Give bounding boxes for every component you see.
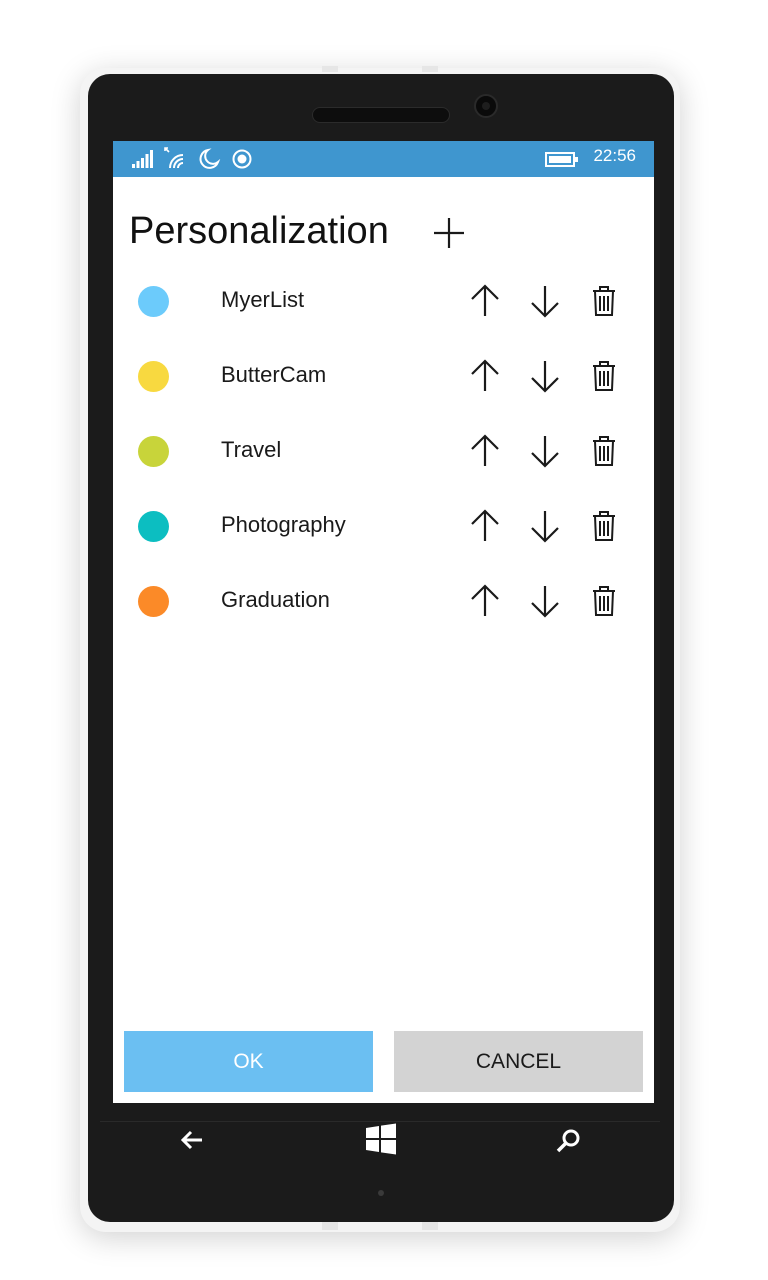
add-button[interactable] [429,213,469,253]
ok-button[interactable]: OK [124,1031,373,1092]
trash-icon [593,586,615,616]
arrow-down-icon [531,286,559,318]
list-item-label: Photography [221,512,346,537]
signal-icon [132,150,153,168]
plus-icon [434,218,464,248]
trash-button[interactable] [584,506,624,546]
cancel-button[interactable]: CANCEL [394,1031,643,1092]
trash-button[interactable] [584,431,624,471]
list-item[interactable]: Graduation [113,581,654,656]
trash-icon [593,286,615,316]
list-item-label: Travel [221,437,282,462]
color-swatch [138,586,169,617]
status-time: 22:56 [593,146,636,165]
phone-mockup: 22:56 Personalization MyerList ButterCam T… [0,0,768,1280]
bottom-button [322,1222,338,1230]
top-button [322,66,338,72]
list-item[interactable]: Travel [113,431,654,506]
trash-icon [593,361,615,391]
list-item-label: Graduation [221,587,330,612]
location-icon [232,149,252,169]
arrow-up-button[interactable] [465,431,505,471]
wifi-icon [164,147,184,169]
trash-button[interactable] [584,581,624,621]
microphone [378,1190,384,1196]
color-swatch [138,286,169,317]
status-bar: 22:56 [113,141,654,177]
quiet-hours-icon [199,148,221,169]
list-item[interactable]: ButterCam [113,356,654,431]
search-icon[interactable] [553,1126,583,1156]
windows-start-icon[interactable] [364,1122,398,1156]
list-item[interactable]: Photography [113,506,654,581]
arrow-down-button[interactable] [525,506,565,546]
color-swatch [138,361,169,392]
trash-icon [593,436,615,466]
page-title: Personalization [129,210,389,252]
earpiece [312,107,450,123]
list-item-label: MyerList [221,287,305,312]
trash-button[interactable] [584,356,624,396]
arrow-down-button[interactable] [525,281,565,321]
arrow-up-button[interactable] [465,356,505,396]
trash-button[interactable] [584,281,624,321]
arrow-up-icon [471,359,499,391]
arrow-up-icon [471,584,499,616]
top-button [422,66,438,72]
color-swatch [138,511,169,542]
arrow-up-icon [471,509,499,541]
trash-icon [593,511,615,541]
arrow-up-button[interactable] [465,506,505,546]
battery-icon [545,152,578,167]
front-camera [474,94,498,118]
arrow-up-button[interactable] [465,281,505,321]
color-swatch [138,436,169,467]
app-screen: 22:56 Personalization MyerList ButterCam T… [113,141,654,1103]
list-item[interactable]: MyerList [113,281,654,356]
bottom-button [422,1222,438,1230]
arrow-down-icon [531,436,559,468]
arrow-up-button[interactable] [465,581,505,621]
list-item-label: ButterCam [221,362,327,387]
arrow-down-button[interactable] [525,431,565,471]
arrow-up-icon [471,434,499,466]
arrow-down-button[interactable] [525,581,565,621]
arrow-up-icon [471,284,499,316]
arrow-down-icon [531,586,559,618]
arrow-down-button[interactable] [525,356,565,396]
arrow-down-icon [531,511,559,543]
arrow-down-icon [531,361,559,393]
back-icon[interactable] [176,1124,208,1156]
